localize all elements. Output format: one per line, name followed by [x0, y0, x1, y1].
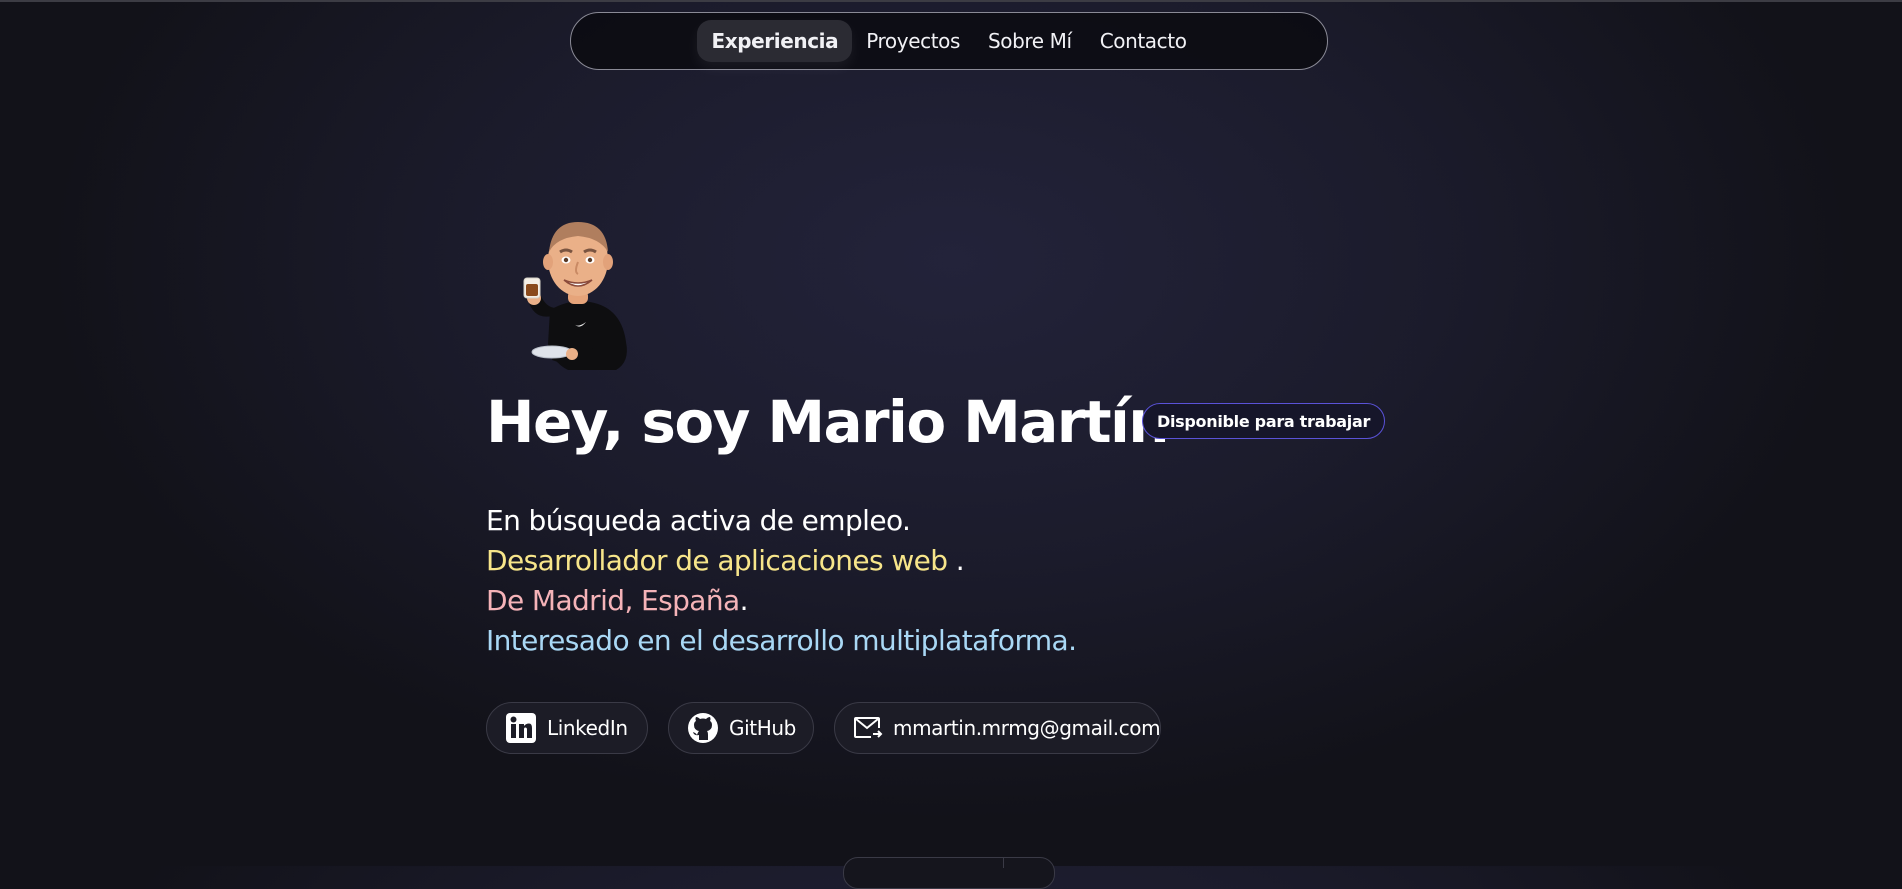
- nav-item-proyectos[interactable]: Proyectos: [852, 20, 974, 62]
- location-suffix: .: [739, 584, 749, 617]
- avatar: [523, 222, 627, 370]
- window-top-edge: [0, 0, 1902, 2]
- nav-item-contacto[interactable]: Contacto: [1086, 20, 1201, 62]
- github-button[interactable]: GitHub: [668, 702, 814, 754]
- main-nav: Experiencia Proyectos Sobre Mí Contacto: [570, 12, 1328, 70]
- bottom-control[interactable]: [843, 857, 1055, 889]
- hero-description: En búsqueda activa de empleo. Desarrolla…: [486, 501, 1077, 661]
- nav-items: Experiencia Proyectos Sobre Mí Contacto: [697, 20, 1200, 62]
- linkedin-button[interactable]: LinkedIn: [486, 702, 648, 754]
- availability-badge: Disponible para trabajar: [1142, 403, 1386, 439]
- hero-line-search: En búsqueda activa de empleo.: [486, 504, 911, 537]
- email-button[interactable]: mmartin.mrmg@gmail.com: [834, 702, 1161, 754]
- github-icon: [687, 712, 719, 744]
- mail-icon: [853, 715, 883, 741]
- hero-line-location: De Madrid, España.: [486, 581, 1076, 621]
- role-highlight: Desarrollador de aplicaciones web: [486, 544, 948, 577]
- nav-item-sobre-mi[interactable]: Sobre Mí: [974, 20, 1086, 62]
- nav-item-experiencia[interactable]: Experiencia: [697, 20, 853, 62]
- role-suffix: .: [947, 544, 965, 577]
- location-highlight: De Madrid, España: [486, 584, 740, 617]
- bottom-control-divider: [1003, 858, 1004, 868]
- linkedin-label: LinkedIn: [547, 716, 628, 740]
- github-label: GitHub: [729, 716, 796, 740]
- linkedin-icon: [505, 712, 537, 744]
- hero-line-interest: Interesado en el desarrollo multiplatafo…: [486, 624, 1077, 657]
- email-label: mmartin.mrmg@gmail.com: [893, 716, 1161, 740]
- hero-title: Hey, soy Mario Martín: [486, 388, 1170, 456]
- hero-line-role: Desarrollador de aplicaciones web .: [486, 541, 1076, 581]
